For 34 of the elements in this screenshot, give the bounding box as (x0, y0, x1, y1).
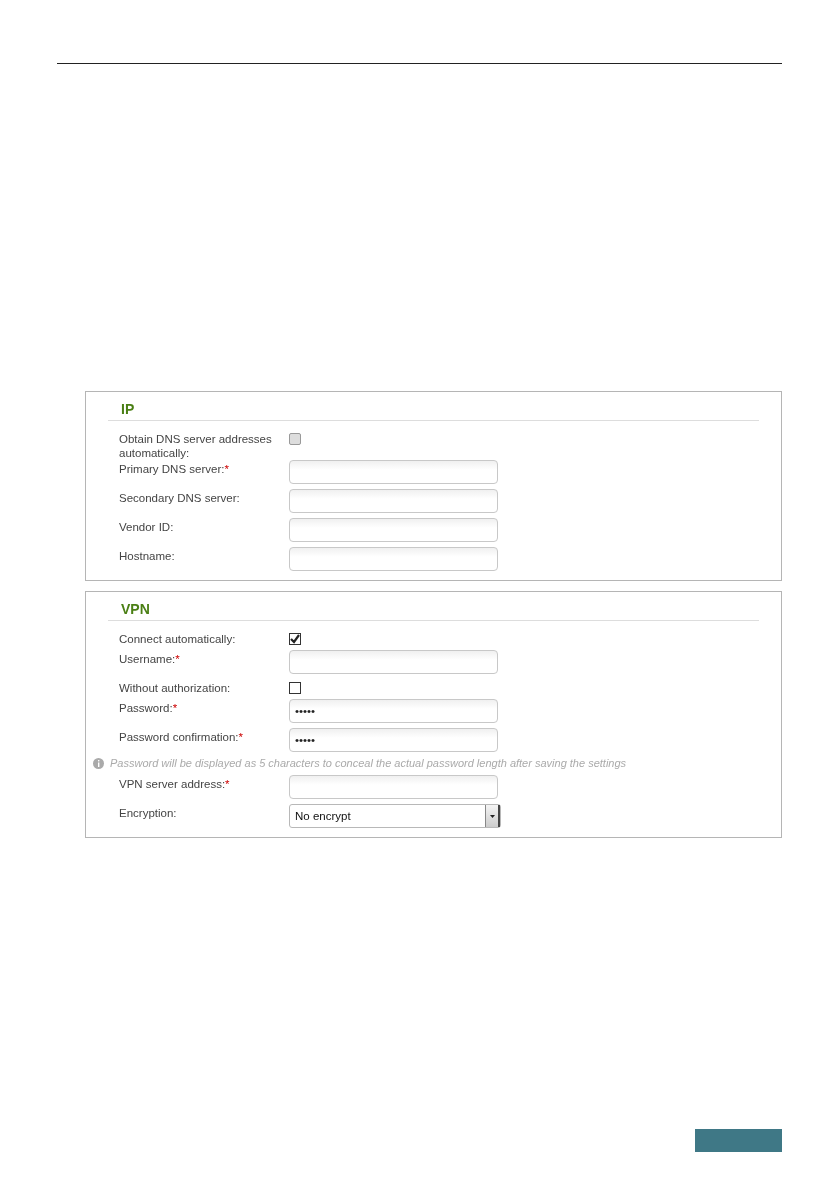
field-label: Username: (119, 652, 176, 666)
field-label: Encryption: (119, 806, 177, 820)
required-asterisk: * (172, 701, 178, 715)
info-icon (93, 757, 104, 769)
input-field[interactable] (289, 650, 498, 674)
field-label: Vendor ID: (119, 520, 174, 534)
field-label: Hostname: (119, 549, 175, 563)
required-asterisk: * (225, 777, 230, 791)
field-label: Secondary DNS server: (119, 491, 240, 505)
field-label: Connect automatically: (119, 632, 236, 646)
hint-text: Password will be displayed as 5 characters to conceal the actual password length after saving the settings (110, 757, 627, 769)
password-field[interactable]: ••••• (289, 728, 498, 752)
field-label: Without authorization: (119, 681, 231, 695)
input-field[interactable] (289, 547, 498, 571)
required-asterisk: * (238, 730, 243, 744)
field-label: Obtain DNS server addresses automatically: (119, 432, 273, 460)
required-asterisk: * (175, 652, 180, 666)
input-field[interactable] (289, 489, 498, 513)
caret-icon (489, 814, 495, 818)
input-field[interactable] (289, 775, 498, 799)
section-title: IP (108, 392, 759, 421)
password-field[interactable]: ••••• (289, 699, 498, 723)
section-title: VPN (108, 592, 759, 621)
input-field[interactable] (289, 460, 498, 484)
field-label: Password: (119, 701, 173, 715)
input-field[interactable] (289, 518, 498, 542)
required-asterisk: * (224, 462, 229, 476)
checkbox[interactable] (289, 433, 301, 445)
field-label: VPN server address: (119, 777, 226, 791)
checkbox[interactable] (289, 682, 301, 694)
checkbox[interactable] (289, 633, 301, 645)
field-label: Primary DNS server: (119, 462, 225, 476)
encryption-dropdown[interactable]: No encrypt (289, 804, 501, 828)
field-label: Password confirmation: (119, 730, 239, 744)
